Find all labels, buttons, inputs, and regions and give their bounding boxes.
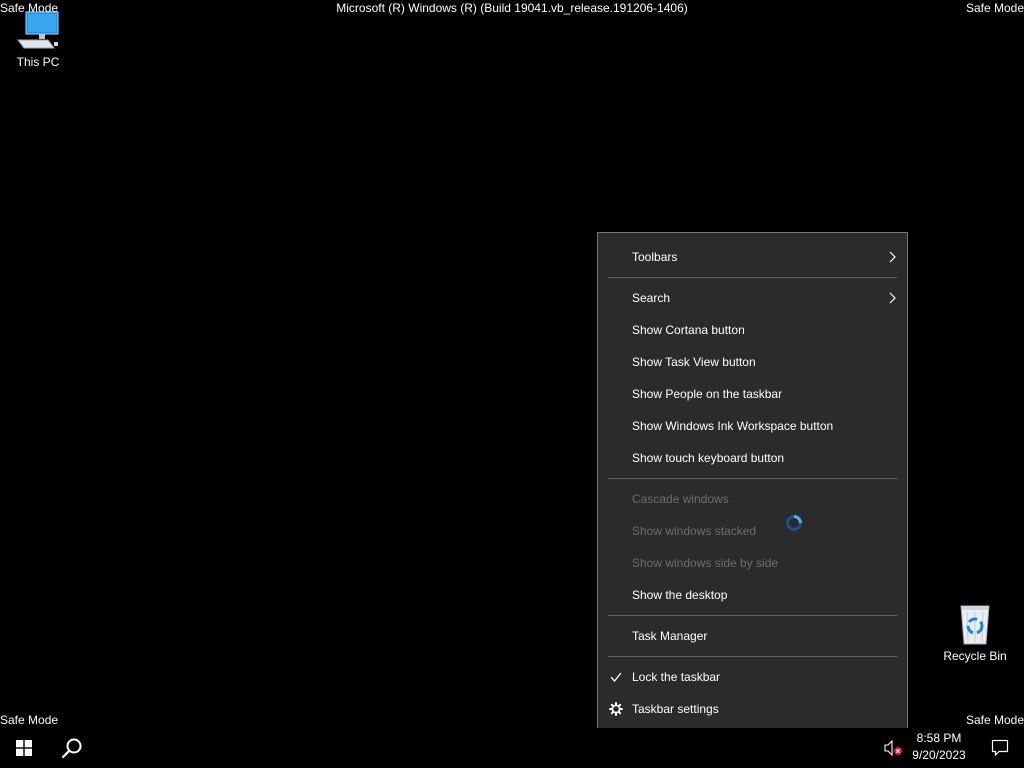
- menu-item-label: Show windows side by side: [632, 556, 779, 570]
- safe-mode-label-top-right: Safe Mode: [965, 1, 1024, 15]
- menu-item-label: Show Cortana button: [632, 323, 745, 337]
- menu-item-label: Task Manager: [632, 629, 708, 643]
- busy-cursor-icon: [786, 515, 802, 531]
- menu-item-show-cortana[interactable]: Show Cortana button: [598, 314, 907, 346]
- desktop-icon-this-pc[interactable]: This PC: [0, 10, 76, 69]
- menu-item-label: Show the desktop: [632, 588, 728, 602]
- taskbar-context-menu: Toolbars Search Show Cortana button Show…: [597, 232, 908, 732]
- chevron-right-icon: [889, 292, 896, 304]
- checkmark-icon: [610, 672, 622, 683]
- safe-mode-label-bottom-right: Safe Mode: [965, 713, 1024, 727]
- menu-item-show-task-view[interactable]: Show Task View button: [598, 346, 907, 378]
- taskbar[interactable]: 8:58 PM 9/20/2023: [0, 728, 1024, 768]
- menu-item-label: Cascade windows: [632, 492, 729, 506]
- menu-item-show-ink-workspace[interactable]: Show Windows Ink Workspace button: [598, 410, 907, 442]
- volume-muted-icon[interactable]: [884, 740, 904, 756]
- chevron-right-icon: [889, 251, 896, 263]
- menu-separator: [608, 615, 897, 616]
- safe-mode-label-bottom-left: Safe Mode: [0, 713, 59, 727]
- menu-item-label: Show Windows Ink Workspace button: [632, 419, 834, 433]
- menu-item-show-windows-side-by-side: Show windows side by side: [598, 547, 907, 579]
- windows-logo-icon: [16, 740, 32, 756]
- taskbar-clock[interactable]: 8:58 PM 9/20/2023: [906, 730, 972, 764]
- clock-time: 8:58 PM: [916, 731, 962, 745]
- build-info-label: Microsoft (R) Windows (R) (Build 19041.v…: [336, 1, 688, 15]
- menu-item-label: Show Task View button: [632, 355, 756, 369]
- menu-item-show-people[interactable]: Show People on the taskbar: [598, 378, 907, 410]
- menu-item-lock-taskbar[interactable]: Lock the taskbar: [598, 661, 907, 693]
- start-button[interactable]: [0, 728, 48, 768]
- menu-item-label: Search: [632, 291, 671, 305]
- menu-separator: [608, 478, 897, 479]
- menu-separator: [608, 277, 897, 278]
- menu-item-task-manager[interactable]: Task Manager: [598, 620, 907, 652]
- menu-item-search[interactable]: Search: [598, 282, 907, 314]
- desktop-icon-recycle-bin[interactable]: Recycle Bin: [937, 602, 1013, 663]
- menu-item-label: Show touch keyboard button: [632, 451, 785, 465]
- menu-item-label: Show windows stacked: [632, 524, 757, 538]
- menu-item-cascade-windows: Cascade windows: [598, 483, 907, 515]
- menu-item-show-touch-keyboard[interactable]: Show touch keyboard button: [598, 442, 907, 474]
- action-center-button[interactable]: [976, 728, 1024, 768]
- menu-item-show-desktop[interactable]: Show the desktop: [598, 579, 907, 611]
- desktop-icon-label: Recycle Bin: [943, 649, 1007, 663]
- menu-item-label: Toolbars: [632, 250, 678, 264]
- clock-date: 9/20/2023: [912, 748, 966, 762]
- search-button[interactable]: [48, 728, 96, 768]
- menu-item-toolbars[interactable]: Toolbars: [598, 241, 907, 273]
- desktop-icon-label: This PC: [16, 55, 60, 69]
- menu-item-show-windows-stacked: Show windows stacked: [598, 515, 907, 547]
- menu-item-taskbar-settings[interactable]: Taskbar settings: [598, 693, 907, 725]
- search-icon: [61, 738, 82, 759]
- notification-icon: [991, 739, 1009, 757]
- menu-item-label: Show People on the taskbar: [632, 387, 783, 401]
- gear-icon: [609, 702, 623, 716]
- recycle-bin-icon: [960, 605, 990, 645]
- computer-icon: [17, 11, 59, 49]
- menu-item-label: Lock the taskbar: [632, 670, 721, 684]
- menu-separator: [608, 656, 897, 657]
- menu-item-label: Taskbar settings: [632, 702, 719, 716]
